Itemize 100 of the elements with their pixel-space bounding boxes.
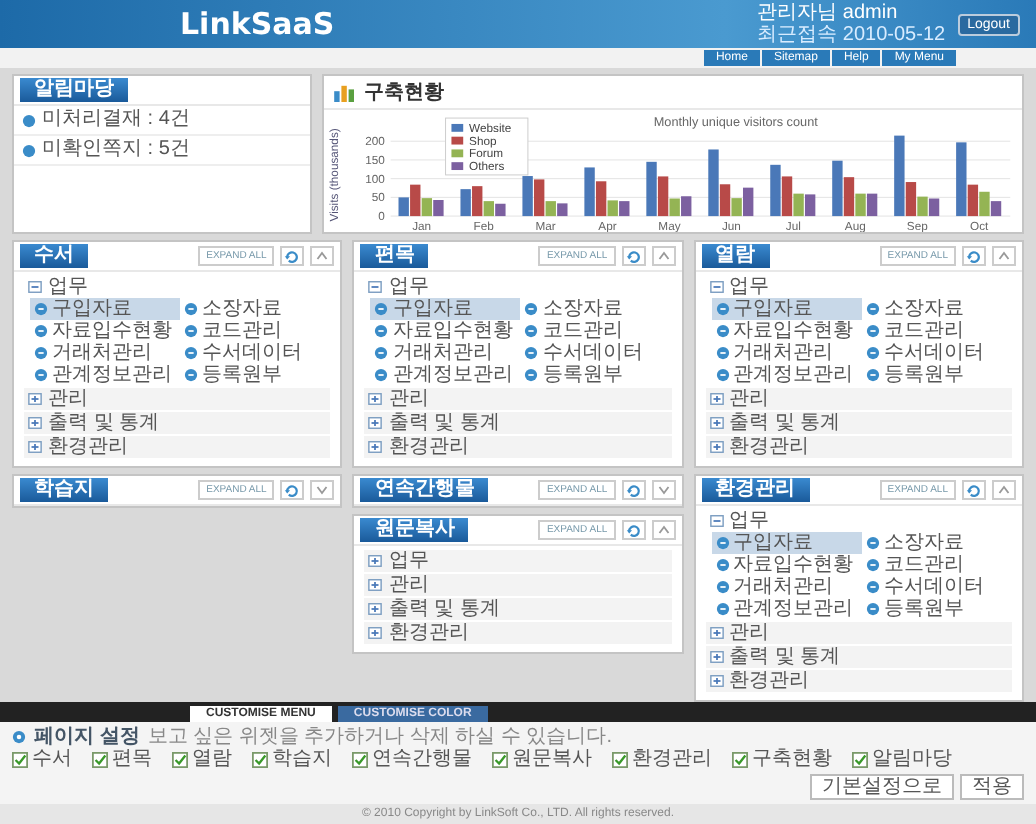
tree-item[interactable]: 코드관리 bbox=[861, 554, 1012, 576]
tree-item[interactable]: 구입자료 bbox=[711, 532, 862, 554]
tree-item[interactable]: 자료입수현황 bbox=[711, 554, 862, 576]
refresh-button[interactable] bbox=[280, 246, 305, 266]
tree-item[interactable]: 등록원부 bbox=[861, 598, 1012, 620]
tree-item[interactable]: 구입자료 bbox=[370, 298, 521, 320]
tree-item[interactable]: 소장자료 bbox=[861, 298, 1012, 320]
checkbox[interactable] bbox=[172, 752, 188, 768]
checkbox[interactable] bbox=[352, 752, 368, 768]
tree-group[interactable]: 업무 bbox=[24, 276, 331, 298]
checkbox[interactable] bbox=[732, 752, 748, 768]
tree-group[interactable]: 환경관리 bbox=[364, 436, 672, 458]
widget-option[interactable]: 연속간행물 bbox=[352, 748, 472, 772]
tree-group[interactable]: 환경관리 bbox=[364, 622, 672, 644]
tree-item[interactable]: 등록원부 bbox=[520, 364, 672, 386]
tree-group[interactable]: 관리 bbox=[24, 388, 331, 410]
refresh-button[interactable] bbox=[621, 246, 646, 266]
minus-circle-icon bbox=[865, 324, 880, 338]
checkbox[interactable] bbox=[92, 752, 108, 768]
tree-group[interactable]: 관리 bbox=[364, 574, 672, 596]
minus-circle-icon bbox=[524, 302, 539, 316]
alert-item[interactable]: 미처리결재 : 4건 bbox=[14, 106, 310, 136]
panel-title: 원문복사 bbox=[360, 518, 469, 542]
collapse-button[interactable] bbox=[651, 520, 676, 540]
collapse-button[interactable] bbox=[310, 480, 335, 500]
tree-item[interactable]: 거래처관리 bbox=[30, 342, 181, 364]
tree-item[interactable]: 코드관리 bbox=[520, 320, 672, 342]
checkbox[interactable] bbox=[252, 752, 268, 768]
collapse-button[interactable] bbox=[991, 480, 1016, 500]
refresh-button[interactable] bbox=[961, 246, 986, 266]
checkbox[interactable] bbox=[12, 752, 28, 768]
checkbox[interactable] bbox=[492, 752, 508, 768]
tree-group[interactable]: 출력 및 통계 bbox=[364, 412, 672, 434]
widget-option[interactable]: 수서 bbox=[12, 748, 72, 772]
widget-option[interactable]: 열람 bbox=[172, 748, 232, 772]
tree-item[interactable]: 관계정보관리 bbox=[30, 364, 181, 386]
tree-item[interactable]: 수서데이터 bbox=[520, 342, 672, 364]
checkbox[interactable] bbox=[852, 752, 868, 768]
widget-option[interactable]: 알림마당 bbox=[852, 748, 952, 772]
tree-item[interactable]: 등록원부 bbox=[861, 364, 1012, 386]
tree-group[interactable]: 출력 및 통계 bbox=[24, 412, 331, 434]
tree-item[interactable]: 구입자료 bbox=[30, 298, 181, 320]
checkbox[interactable] bbox=[612, 752, 628, 768]
tree-item[interactable]: 등록원부 bbox=[180, 364, 331, 386]
action-button[interactable]: 적용 bbox=[960, 774, 1024, 800]
tree-item[interactable]: 수서데이터 bbox=[861, 576, 1012, 598]
chevron-icon bbox=[316, 484, 329, 496]
refresh-button[interactable] bbox=[621, 480, 646, 500]
tree-item[interactable]: 관계정보관리 bbox=[711, 598, 862, 620]
tree-group[interactable]: 출력 및 통계 bbox=[705, 412, 1012, 434]
tree-group[interactable]: 관리 bbox=[364, 388, 672, 410]
minus-circle-icon bbox=[715, 558, 730, 572]
tree-item[interactable]: 자료입수현황 bbox=[30, 320, 181, 342]
tree-group[interactable]: 출력 및 통계 bbox=[705, 646, 1012, 668]
tree-item[interactable]: 소장자료 bbox=[520, 298, 672, 320]
minus-circle-icon bbox=[715, 536, 730, 550]
widget-option[interactable]: 환경관리 bbox=[612, 748, 712, 772]
tree-item[interactable]: 구입자료 bbox=[711, 298, 862, 320]
tree-group[interactable]: 환경관리 bbox=[705, 436, 1012, 458]
tree-item[interactable]: 관계정보관리 bbox=[370, 364, 521, 386]
tree-group[interactable]: 출력 및 통계 bbox=[364, 598, 672, 620]
refresh-button[interactable] bbox=[280, 480, 305, 500]
collapse-button[interactable] bbox=[651, 480, 676, 500]
action-button[interactable]: 기본설정으로 bbox=[810, 774, 954, 800]
panel-title: 구축현황 bbox=[364, 80, 444, 106]
tree-item[interactable]: 소장자료 bbox=[180, 298, 331, 320]
tree-group[interactable]: 업무 bbox=[364, 276, 672, 298]
tree-item[interactable]: 거래처관리 bbox=[711, 342, 862, 364]
refresh-button[interactable] bbox=[961, 480, 986, 500]
tree-group[interactable]: 관리 bbox=[705, 388, 1012, 410]
settings-icon bbox=[12, 730, 26, 744]
tree-item[interactable]: 자료입수현황 bbox=[711, 320, 862, 342]
widget-option[interactable]: 학습지 bbox=[252, 748, 332, 772]
collapse-button[interactable] bbox=[651, 246, 676, 266]
tree-group[interactable]: 업무 bbox=[364, 550, 672, 572]
widget-option[interactable]: 편목 bbox=[92, 748, 152, 772]
minus-circle-icon bbox=[865, 346, 880, 360]
chart-legend bbox=[445, 117, 529, 176]
minus-circle-icon bbox=[524, 324, 539, 338]
description-text: 보고 싶은 위젯을 추가하거나 삭제 하실 수 있습니다. bbox=[147, 726, 613, 748]
tree-item[interactable]: 거래처관리 bbox=[711, 576, 862, 598]
tree-item[interactable]: 자료입수현황 bbox=[370, 320, 521, 342]
tree-item[interactable]: 코드관리 bbox=[861, 320, 1012, 342]
tree-item[interactable]: 관계정보관리 bbox=[711, 364, 862, 386]
tree-group[interactable]: 환경관리 bbox=[24, 436, 331, 458]
widget-option[interactable]: 구축현황 bbox=[732, 748, 832, 772]
collapse-button[interactable] bbox=[991, 246, 1016, 266]
widget-option[interactable]: 원문복사 bbox=[492, 748, 592, 772]
tree-item[interactable]: 코드관리 bbox=[180, 320, 331, 342]
tree-group[interactable]: 업무 bbox=[705, 276, 1012, 298]
tree-group[interactable]: 업무 bbox=[705, 510, 1012, 532]
tree-item[interactable]: 수서데이터 bbox=[180, 342, 331, 364]
alert-item[interactable]: 미확인쪽지 : 5건 bbox=[14, 136, 310, 166]
tree-item[interactable]: 수서데이터 bbox=[861, 342, 1012, 364]
tree-item[interactable]: 소장자료 bbox=[861, 532, 1012, 554]
tree-item[interactable]: 거래처관리 bbox=[370, 342, 521, 364]
tree-group[interactable]: 환경관리 bbox=[705, 670, 1012, 692]
refresh-button[interactable] bbox=[621, 520, 646, 540]
tree-group[interactable]: 관리 bbox=[705, 622, 1012, 644]
collapse-button[interactable] bbox=[310, 246, 335, 266]
